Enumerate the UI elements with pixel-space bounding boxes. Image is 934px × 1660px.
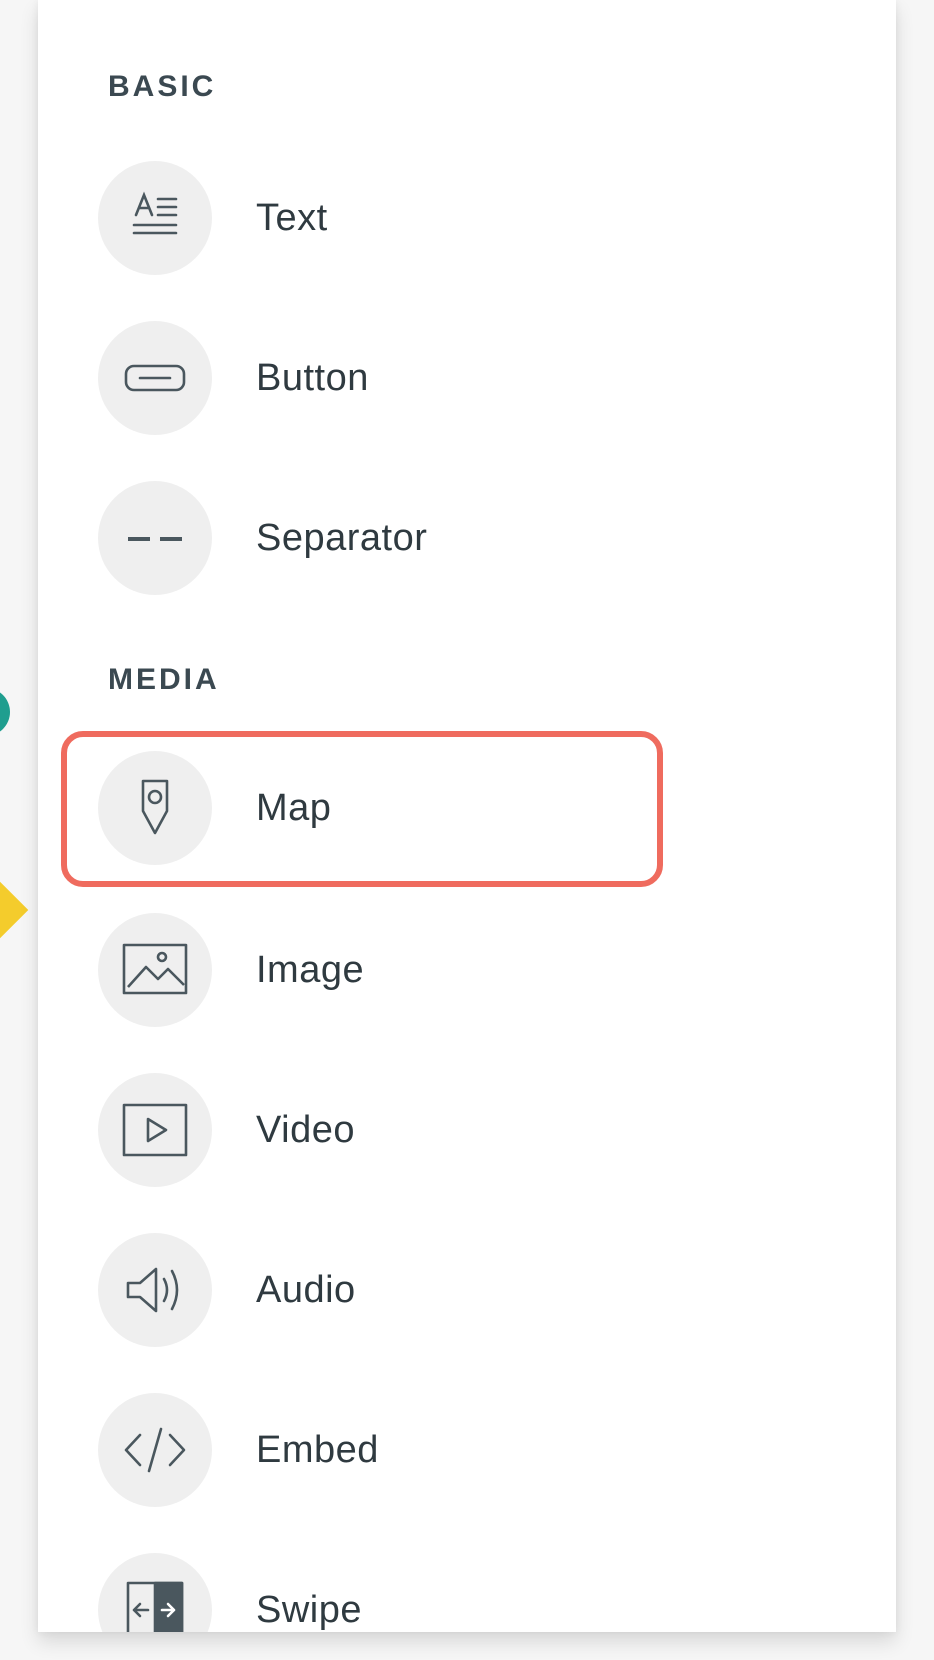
block-item-label: Audio bbox=[256, 1268, 356, 1311]
block-item-audio[interactable]: Audio bbox=[98, 1230, 658, 1350]
block-item-separator[interactable]: Separator bbox=[98, 478, 658, 598]
block-item-button[interactable]: Button bbox=[98, 318, 658, 438]
section-heading-basic: BASIC bbox=[108, 70, 217, 103]
block-list: BASIC Text Button Separator MEDIA Map Im… bbox=[38, 0, 896, 1632]
block-item-swipe[interactable]: Swipe bbox=[98, 1550, 658, 1632]
swipe-arrow-icon bbox=[98, 1553, 212, 1632]
block-item-label: Video bbox=[256, 1108, 356, 1151]
block-item-label: Swipe bbox=[256, 1588, 362, 1631]
block-item-image[interactable]: Image bbox=[98, 910, 658, 1030]
speaker-icon bbox=[98, 1233, 212, 1347]
block-item-label: Embed bbox=[256, 1428, 379, 1471]
video-play-icon bbox=[98, 1073, 212, 1187]
block-item-embed[interactable]: Embed bbox=[98, 1390, 658, 1510]
block-item-label: Text bbox=[256, 196, 328, 239]
block-picker-panel: BASIC Text Button Separator MEDIA Map Im… bbox=[38, 0, 896, 1632]
block-item-text[interactable]: Text bbox=[98, 158, 658, 278]
block-item-label: Image bbox=[256, 948, 365, 991]
block-item-video[interactable]: Video bbox=[98, 1070, 658, 1190]
section-heading-media: MEDIA bbox=[108, 663, 220, 696]
image-landscape-icon bbox=[98, 913, 212, 1027]
text-format-icon bbox=[98, 161, 212, 275]
map-highlight-box bbox=[61, 731, 663, 887]
button-shape-icon bbox=[98, 321, 212, 435]
block-item-label: Button bbox=[256, 356, 369, 399]
block-item-label: Separator bbox=[256, 516, 428, 559]
code-brackets-icon bbox=[98, 1393, 212, 1507]
separator-dashes-icon bbox=[98, 481, 212, 595]
